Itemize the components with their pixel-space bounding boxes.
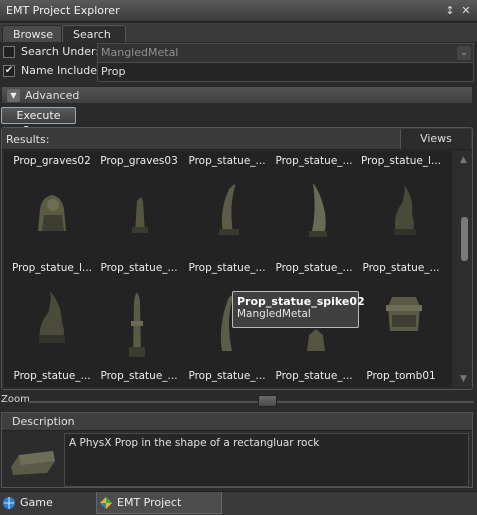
result-tooltip: Prop_statue_spike02 MangledMetal bbox=[232, 291, 365, 328]
tab-bar: Browse Search bbox=[0, 23, 477, 42]
result-thumbnail-statue-l2[interactable] bbox=[32, 285, 72, 347]
results-label: Results: bbox=[6, 133, 50, 146]
result-caption[interactable]: Prop_statue_... bbox=[358, 262, 444, 274]
result-caption[interactable]: Prop_statue_... bbox=[184, 155, 270, 167]
result-caption[interactable]: Prop_statue_... bbox=[271, 370, 357, 382]
results-scrollbar[interactable]: ▲ ▼ bbox=[457, 151, 472, 387]
description-thumbnail bbox=[11, 451, 55, 475]
tab-browse[interactable]: Browse bbox=[2, 25, 62, 42]
description-text: A PhysX Prop in the shape of a rectanglu… bbox=[64, 433, 469, 487]
result-caption[interactable]: Prop_statue_... bbox=[184, 370, 270, 382]
window-title: EMT Project Explorer bbox=[6, 4, 120, 17]
advanced-section-header[interactable]: ▼ Advanced bbox=[1, 86, 473, 104]
name-includes-input[interactable]: Prop bbox=[97, 62, 474, 82]
result-caption[interactable]: Prop_statue_... bbox=[9, 370, 95, 382]
collapse-arrow-icon[interactable]: ▼ bbox=[7, 89, 20, 102]
result-thumbnail-statue-spike[interactable] bbox=[209, 175, 249, 239]
bottom-tab-bar: Game Solution EMT Project Explorer bbox=[0, 491, 477, 515]
result-caption[interactable]: Prop_graves03 bbox=[96, 155, 182, 167]
result-caption[interactable]: Prop_graves02 bbox=[9, 155, 95, 167]
search-under-label: Search Under: bbox=[21, 45, 100, 58]
results-header: Results: Views bbox=[2, 128, 472, 150]
tab-emt-project-explorer-label: EMT Project Explorer bbox=[117, 496, 182, 509]
description-panel: Description A PhysX Prop in the shape of… bbox=[1, 412, 473, 488]
result-thumbnail-statue-small[interactable] bbox=[301, 325, 331, 355]
result-caption[interactable]: Prop_statue_l... bbox=[358, 155, 444, 167]
pin-icon[interactable]: ↕ bbox=[443, 4, 457, 18]
result-caption[interactable]: Prop_statue_... bbox=[96, 370, 182, 382]
tooltip-name: Prop_statue_spike02 bbox=[237, 295, 365, 308]
scroll-up-arrow-icon[interactable]: ▲ bbox=[460, 155, 467, 165]
search-under-checkbox[interactable] bbox=[3, 46, 15, 58]
zoom-bar: Zoom bbox=[0, 394, 477, 408]
result-caption[interactable]: Prop_statue_... bbox=[96, 262, 182, 274]
result-thumbnail-statue-pillar[interactable] bbox=[117, 281, 157, 363]
scrollbar-thumb[interactable] bbox=[461, 217, 468, 261]
name-includes-row: ✔ Name Includes: Prop bbox=[0, 61, 477, 83]
result-caption[interactable]: Prop_statue_l... bbox=[9, 262, 95, 274]
tab-emt-project-explorer[interactable]: EMT Project Explorer bbox=[96, 492, 222, 514]
result-caption[interactable]: Prop_tomb01 bbox=[358, 370, 444, 382]
title-bar: EMT Project Explorer ↕ ✕ bbox=[0, 0, 477, 22]
tab-game-solution-label: Game Solution bbox=[20, 496, 53, 509]
views-button[interactable]: Views bbox=[400, 129, 471, 149]
tooltip-location: MangledMetal bbox=[237, 308, 311, 320]
zoom-slider-knob[interactable] bbox=[258, 395, 277, 407]
result-thumbnail-statue-horn[interactable] bbox=[297, 173, 337, 241]
zoom-label: Zoom bbox=[1, 394, 30, 405]
execute-query-button[interactable]: Execute Query bbox=[1, 107, 76, 137]
result-caption[interactable]: Prop_statue_... bbox=[271, 155, 357, 167]
name-includes-checkbox[interactable]: ✔ bbox=[3, 65, 15, 77]
tab-search[interactable]: Search bbox=[62, 25, 126, 42]
description-label: Description bbox=[12, 415, 75, 428]
results-grid: Prop_graves02 Prop_graves03 Prop_statue_… bbox=[4, 151, 452, 387]
result-caption[interactable]: Prop_statue_... bbox=[184, 262, 270, 274]
result-thumbnail-tomb01[interactable] bbox=[382, 291, 426, 337]
advanced-label: Advanced bbox=[25, 89, 80, 102]
search-under-dropdown[interactable]: MangledMetal ⌄ bbox=[97, 43, 474, 63]
result-thumbnail-graves02[interactable] bbox=[28, 179, 78, 239]
description-header: Description bbox=[2, 413, 472, 431]
close-icon[interactable]: ✕ bbox=[459, 4, 473, 18]
zoom-track[interactable] bbox=[28, 401, 474, 403]
name-includes-label: Name Includes: bbox=[21, 64, 107, 77]
diamond-icon bbox=[100, 497, 112, 509]
tab-game-solution[interactable]: Game Solution bbox=[0, 492, 94, 514]
search-under-value: MangledMetal bbox=[101, 46, 179, 59]
result-caption[interactable]: Prop_statue_... bbox=[271, 262, 357, 274]
scroll-down-arrow-icon[interactable]: ▼ bbox=[460, 374, 467, 384]
chevron-down-icon[interactable]: ⌄ bbox=[457, 46, 471, 60]
result-thumbnail-statue-l[interactable] bbox=[384, 177, 424, 241]
result-thumbnail-graves03[interactable] bbox=[119, 179, 159, 239]
globe-icon bbox=[3, 497, 15, 509]
